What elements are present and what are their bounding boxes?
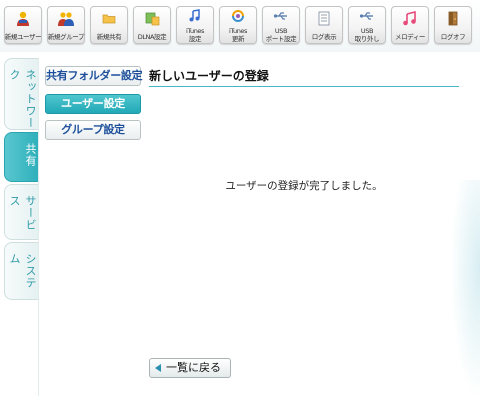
itunes-settings-label: iTunes 設定 <box>185 27 204 43</box>
music-update-icon <box>232 10 244 22</box>
view-log-button[interactable]: ログ表示 <box>305 6 343 44</box>
user-settings-button[interactable]: ユーザー設定 <box>45 94 141 114</box>
tab-share-label: 共有 <box>24 143 37 167</box>
new-share-button[interactable]: 新規共有 <box>90 6 128 44</box>
folder-icon <box>102 14 116 24</box>
dlna-settings-label: DLNA設定 <box>137 33 167 41</box>
log-document-icon <box>318 11 330 26</box>
tab-service[interactable]: サービス <box>4 184 38 240</box>
logoff-button[interactable]: ログオフ <box>434 6 472 44</box>
usb-remove-button[interactable]: USB 取り外し <box>348 6 386 44</box>
logoff-door-icon <box>448 11 458 26</box>
tab-network[interactable]: ネットワーク <box>4 58 38 130</box>
new-group-label: 新規グループ <box>47 33 85 41</box>
content-panel: 共有フォルダー設定 ユーザー設定 グループ設定 新しいユーザーの登録 ユーザーの… <box>38 58 471 396</box>
tab-system[interactable]: システム <box>4 242 38 300</box>
tab-system-label: システム <box>8 253 37 289</box>
tab-network-label: ネットワーク <box>8 69 37 129</box>
usb-port-settings-button[interactable]: USB ポート設定 <box>262 6 300 44</box>
group-users-icon <box>58 12 74 26</box>
completion-message: ユーザーの登録が完了しました。 <box>225 180 383 192</box>
new-group-button[interactable]: 新規グループ <box>47 6 85 44</box>
single-user-icon <box>17 11 29 26</box>
background-decoration <box>450 180 480 400</box>
shared-folder-settings-button[interactable]: 共有フォルダー設定 <box>45 66 143 86</box>
itunes-settings-button[interactable]: iTunes 設定 <box>176 6 214 44</box>
group-settings-button[interactable]: グループ設定 <box>45 120 141 140</box>
itunes-update-button[interactable]: iTunes 更新 <box>219 6 257 44</box>
dlna-settings-button[interactable]: DLNA設定 <box>133 6 171 44</box>
melody-label: メロディー <box>394 33 426 41</box>
new-user-button[interactable]: 新規ユーザー <box>4 6 42 44</box>
new-share-label: 新規共有 <box>96 33 122 41</box>
page-title: 新しいユーザーの登録 <box>149 68 459 87</box>
tab-share[interactable]: 共有 <box>4 132 38 182</box>
music-note-icon <box>189 9 200 22</box>
usb-remove-icon <box>359 12 373 20</box>
melody-button[interactable]: メロディー <box>391 6 429 44</box>
melody-icon <box>403 11 416 26</box>
logoff-label: ログオフ <box>440 33 466 41</box>
view-log-label: ログ表示 <box>311 33 337 41</box>
back-to-list-label: 一覧に戻る <box>166 361 221 374</box>
new-user-label: 新規ユーザー <box>4 33 42 41</box>
tab-service-label: サービス <box>8 195 37 231</box>
back-arrow-icon <box>155 364 161 372</box>
usb-icon <box>273 12 287 20</box>
media-server-icon <box>145 12 160 26</box>
usb-remove-label: USB 取り外し <box>354 27 380 43</box>
itunes-update-label: iTunes 更新 <box>228 27 247 43</box>
back-to-list-button[interactable]: 一覧に戻る <box>149 358 231 378</box>
toolbar: 新規ユーザー 新規グループ 新規共有 DLNA設定 iTunes 設定 iTun… <box>0 0 480 52</box>
category-tabs: ネットワーク 共有 サービス システム <box>0 52 40 400</box>
usb-port-settings-label: USB ポート設定 <box>265 27 297 43</box>
